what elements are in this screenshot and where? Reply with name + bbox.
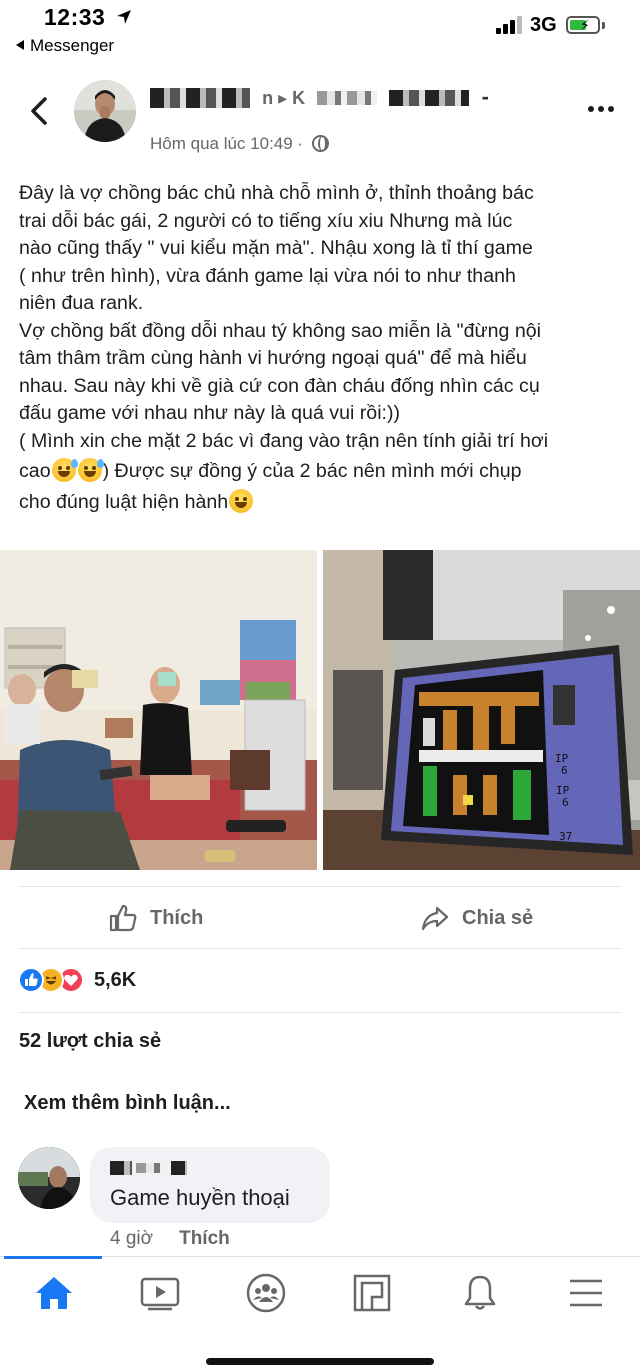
signal-icon <box>496 16 522 34</box>
comment-bubble[interactable]: Game huyền thoại <box>90 1147 330 1223</box>
post-photo-room[interactable] <box>0 550 317 870</box>
post-meta: Hôm qua lúc 10:49 · <box>150 134 329 154</box>
post-text-line: trai dỗi bác gái, 2 người có to tiếng xí… <box>19 209 513 232</box>
network-type: 3G <box>530 14 557 36</box>
pages-icon <box>353 1274 391 1312</box>
author-avatar[interactable] <box>74 80 136 142</box>
post-text-line: tâm thâm trầm cùng hành vi hướng ngoại q… <box>19 347 527 369</box>
reactions-summary[interactable]: 5,6K <box>18 966 136 994</box>
post-text-line: nhau. Sau này khi về già cứ con đàn cháu… <box>19 374 540 397</box>
groups-icon <box>246 1273 286 1313</box>
globe-icon <box>311 135 329 152</box>
post-timestamp[interactable]: Hôm qua lúc 10:49 · <box>150 134 303 153</box>
tab-groups[interactable] <box>244 1271 288 1315</box>
share-button[interactable]: Chia sẻ <box>420 898 533 938</box>
view-more-comments-link[interactable]: Xem thêm bình luận... <box>24 1092 231 1115</box>
post-body: Đây là vợ chồng bác chủ nhà chỗ mình ở, … <box>19 180 623 516</box>
post-text-line: nào cũng thấy " vui kiểu mặn mà". Nhậu x… <box>19 237 533 259</box>
reaction-count: 5,6K <box>94 968 137 991</box>
hamburger-menu-icon <box>570 1279 602 1307</box>
bell-icon <box>464 1275 496 1310</box>
like-button[interactable]: Thích <box>108 898 203 938</box>
tab-home[interactable] <box>32 1271 76 1315</box>
clock: 12:33 <box>44 4 106 30</box>
post-photo-tv-game[interactable]: IP 6 IP 6 37 <box>323 550 640 870</box>
back-chevron-icon[interactable] <box>28 96 50 126</box>
back-to-messenger[interactable]: Messenger <box>16 36 114 56</box>
tab-menu[interactable] <box>564 1271 608 1315</box>
battery-icon: ⚡ <box>566 16 600 34</box>
comment-text: Game huyền thoại <box>110 1185 290 1210</box>
video-play-icon <box>140 1277 180 1311</box>
post-text-line: cao) Được sự đồng ý của 2 bác nên mình m… <box>19 458 522 482</box>
author-name[interactable]: n ▸ K - <box>150 84 489 110</box>
post-text-line: niên đua rank. <box>19 292 144 314</box>
post-text-line: đấu game với nhau như này là quá vui rồi… <box>19 402 401 424</box>
post-text-line: cho đúng luật hiện hành <box>19 488 623 517</box>
share-count[interactable]: 52 lượt chia sẻ <box>19 1030 161 1053</box>
commenter-avatar[interactable] <box>18 1147 80 1209</box>
grinning-sweat-emoji-icon <box>77 458 104 482</box>
more-options-icon[interactable] <box>588 106 616 114</box>
comment-like-button[interactable]: Thích <box>179 1228 230 1249</box>
bottom-tab-bar <box>0 1256 640 1368</box>
post-text-line: Đây là vợ chồng bác chủ nhà chỗ mình ở, … <box>19 182 534 204</box>
game-stage-number: 37 <box>559 830 572 843</box>
thumbs-up-icon <box>109 904 137 932</box>
active-tab-indicator <box>4 1256 102 1259</box>
tab-notifications[interactable] <box>458 1271 502 1315</box>
commenter-name[interactable] <box>110 1159 187 1177</box>
home-icon <box>36 1277 72 1309</box>
post-header: n ▸ K - Hôm qua lúc 10:49 · <box>0 70 640 162</box>
like-reaction-icon <box>18 967 44 993</box>
svg-text:6: 6 <box>561 764 568 777</box>
post-text-line: ( Mình xin che mặt 2 bác vì đang vào trậ… <box>19 429 549 452</box>
post-text-line: ( như trên hình), vừa đánh game lại vừa … <box>19 264 516 287</box>
svg-text:6: 6 <box>562 796 569 809</box>
tab-watch[interactable] <box>138 1271 182 1315</box>
share-arrow-icon <box>421 906 449 931</box>
smiling-emoji-icon <box>229 488 254 513</box>
location-arrow-icon <box>117 10 131 24</box>
grinning-sweat-emoji-icon <box>51 458 78 482</box>
comment-time: 4 giờ <box>110 1228 154 1249</box>
back-triangle-icon <box>16 40 24 50</box>
home-indicator[interactable] <box>206 1358 434 1365</box>
tab-pages[interactable] <box>350 1271 394 1315</box>
status-bar: 12:33 Messenger 3G ⚡ <box>0 0 640 60</box>
comment-meta: 4 giờ Thích <box>110 1228 230 1250</box>
post-text-line: Vợ chồng bất đồng dỗi nhau tý không sao … <box>19 319 542 342</box>
